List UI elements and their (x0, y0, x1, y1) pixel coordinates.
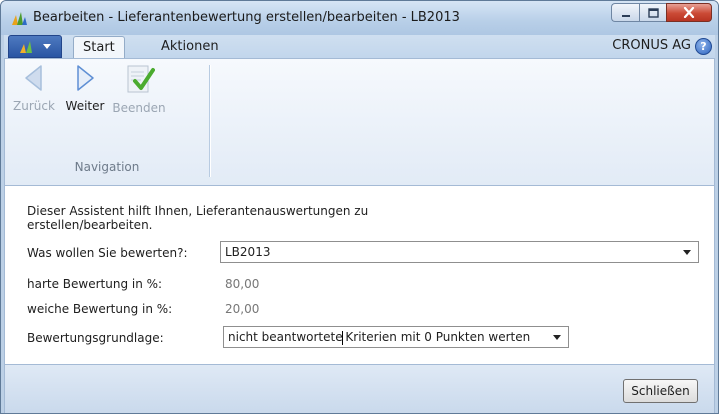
footer-bar: Schließen (4, 364, 715, 413)
maximize-button[interactable] (639, 3, 666, 22)
dynamics-nav-icon (20, 40, 32, 53)
next-button[interactable]: Weiter (61, 63, 109, 149)
rating-basis-value-part2: Kriterien mit 0 Punkten werten (341, 330, 531, 344)
group-separator (209, 65, 210, 177)
wizard-window: Bearbeiten - Lieferantenbewertung erstel… (0, 0, 719, 414)
rating-basis-combobox[interactable]: nicht beantwortete Kriterien mit 0 Punkt… (223, 326, 569, 348)
back-button-label: Zurück (13, 99, 55, 113)
evaluate-value: LB2013 (225, 245, 271, 259)
navigation-group-label: Navigation (74, 160, 140, 174)
hard-rating-value: 80,00 (225, 277, 260, 291)
rating-basis-value-part1: nicht beantwortete (228, 330, 343, 344)
hard-rating-label: harte Bewertung in %: (27, 277, 163, 291)
intro-text: Dieser Assistent hilft Ihnen, Lieferante… (27, 204, 369, 232)
ribbon-panel: Zurück Weiter Beenden Navigation (4, 58, 715, 186)
finish-checkmark-icon (127, 65, 155, 93)
navigation-group: Zurück Weiter Beenden Navigation (5, 59, 209, 185)
next-button-label: Weiter (65, 99, 105, 113)
finish-button[interactable]: Beenden (111, 63, 167, 149)
maximize-icon (647, 7, 659, 18)
back-button[interactable]: Zurück (9, 63, 59, 149)
ribbon-tab-bar: Start Aktionen CRONUS AG ? (4, 35, 715, 58)
arrow-right-icon (77, 65, 94, 91)
finish-button-label: Beenden (112, 101, 166, 115)
chevron-down-icon[interactable] (683, 250, 691, 255)
soft-rating-label: weiche Bewertung in %: (27, 302, 173, 316)
evaluate-label: Was wollen Sie bewerten?: (27, 246, 188, 260)
rating-basis-label: Bewertungsgrundlage: (27, 331, 164, 345)
minimize-button[interactable] (611, 3, 639, 22)
close-window-button[interactable] (666, 3, 712, 22)
application-menu-button[interactable] (8, 35, 62, 58)
close-icon (683, 7, 695, 18)
arrow-left-icon (25, 65, 42, 91)
chevron-down-icon[interactable] (553, 335, 561, 340)
dynamics-nav-icon (12, 12, 27, 25)
minimize-icon (621, 14, 630, 17)
title-bar[interactable]: Bearbeiten - Lieferantenbewertung erstel… (1, 1, 718, 35)
window-title: Bearbeiten - Lieferantenbewertung erstel… (33, 10, 460, 25)
close-button[interactable]: Schließen (623, 379, 698, 403)
evaluate-combobox[interactable]: LB2013 (220, 241, 699, 263)
tab-aktionen[interactable]: Aktionen (152, 36, 228, 58)
window-controls (611, 3, 712, 22)
tab-start[interactable]: Start (73, 36, 125, 58)
chevron-down-icon (43, 43, 51, 49)
company-name: CRONUS AG (612, 38, 691, 53)
wizard-content: Dieser Assistent hilft Ihnen, Lieferante… (4, 186, 715, 364)
help-icon[interactable]: ? (695, 38, 712, 55)
soft-rating-value: 20,00 (225, 302, 260, 316)
